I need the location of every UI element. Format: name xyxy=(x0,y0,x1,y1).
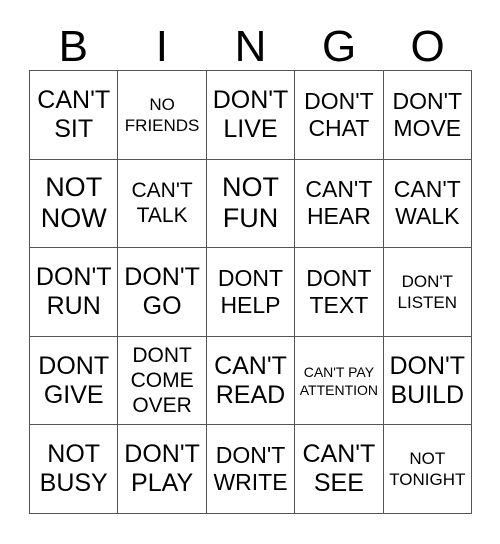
bingo-cell-r3-c5[interactable]: DON'T LISTEN xyxy=(383,248,472,337)
bingo-cell-label: CAN'T SIT xyxy=(37,85,111,143)
bingo-cell-r5-c4[interactable]: CAN'T SEE xyxy=(295,425,384,514)
bingo-cell-r2-c1[interactable]: NOT NOW xyxy=(30,159,119,249)
bingo-cell-r2-c4[interactable]: CAN'T HEAR xyxy=(295,159,384,249)
bingo-cell-label: CAN'T SEE xyxy=(302,440,376,498)
bingo-cell-label: DON'T LIVE xyxy=(212,85,289,143)
bingo-cell-r2-c3[interactable]: NOT FUN xyxy=(206,159,296,249)
bingo-cell-label: DONT COME OVER xyxy=(130,344,194,418)
bingo-cell-r3-c1[interactable]: DON'T RUN xyxy=(30,248,119,337)
header-letter-i: I xyxy=(155,22,168,71)
header-letter-b: B xyxy=(58,22,88,71)
bingo-cell-label: DON'T BUILD xyxy=(389,351,466,409)
bingo-cell-label: NOT BUSY xyxy=(39,440,108,498)
bingo-cell-r5-c2[interactable]: DON'T PLAY xyxy=(118,425,207,514)
bingo-cell-label: DON'T GO xyxy=(124,262,200,320)
bingo-cell-r3-c4[interactable]: DONT TEXT xyxy=(295,248,384,337)
bingo-cell-r4-c3[interactable]: CAN'T READ xyxy=(206,336,296,426)
bingo-cell-label: NOT NOW xyxy=(40,172,107,234)
bingo-cell-r1-c3[interactable]: DON'T LIVE xyxy=(206,71,296,160)
bingo-cell-r1-c2[interactable]: NO FRIENDS xyxy=(118,71,207,160)
header-letter-o: O xyxy=(410,22,445,71)
bingo-cell-r2-c2[interactable]: CAN'T TALK xyxy=(118,159,207,249)
bingo-cell-r4-c2[interactable]: DONT COME OVER xyxy=(118,336,207,426)
bingo-cell-r4-c4[interactable]: CAN'T PAY ATTENTION xyxy=(295,336,384,426)
bingo-cell-label: CAN'T HEAR xyxy=(305,176,373,230)
bingo-cell-r1-c1[interactable]: CAN'T SIT xyxy=(30,71,119,160)
bingo-cell-r1-c4[interactable]: DON'T CHAT xyxy=(295,71,384,160)
bingo-cell-label: DON'T PLAY xyxy=(124,440,200,498)
bingo-cell-label: NOT FUN xyxy=(221,172,279,234)
bingo-cell-label: DON'T CHAT xyxy=(304,87,374,141)
bingo-cell-label: NO FRIENDS xyxy=(124,94,200,135)
bingo-cell-label: DONT HELP xyxy=(217,264,284,318)
bingo-cell-label: DON'T MOVE xyxy=(392,87,463,141)
bingo-cell-label: DON'T WRITE xyxy=(213,442,288,496)
bingo-cell-r3-c3[interactable]: DONT HELP xyxy=(206,248,296,337)
bingo-cell-label: CAN'T READ xyxy=(214,351,287,409)
bingo-cell-label: CAN'T PAY ATTENTION xyxy=(299,363,379,398)
bingo-cell-label: NOT TONIGHT xyxy=(389,449,466,490)
bingo-cell-r2-c5[interactable]: CAN'T WALK xyxy=(383,159,472,249)
bingo-cell-label: DONT TEXT xyxy=(306,264,372,318)
header-letter-n: N xyxy=(234,22,267,71)
bingo-cell-label: DONT GIVE xyxy=(38,351,110,409)
bingo-cell-r5-c3[interactable]: DON'T WRITE xyxy=(206,425,296,514)
bingo-card: B I N G O CAN'T SIT NO FRIENDS DON'T LIVE D… xyxy=(0,0,500,544)
bingo-cell-r1-c5[interactable]: DON'T MOVE xyxy=(383,71,472,160)
bingo-cell-r3-c2[interactable]: DON'T GO xyxy=(118,248,207,337)
header-letter-g: G xyxy=(321,22,357,71)
bingo-cell-r5-c5[interactable]: NOT TONIGHT xyxy=(383,425,472,514)
bingo-header: B I N G O xyxy=(29,14,472,70)
bingo-grid: CAN'T SIT NO FRIENDS DON'T LIVE DON'T CHAT D… xyxy=(29,70,472,514)
bingo-cell-r5-c1[interactable]: NOT BUSY xyxy=(30,425,119,514)
bingo-cell-label: DON'T LISTEN xyxy=(397,271,458,312)
bingo-cell-r4-c1[interactable]: DONT GIVE xyxy=(30,336,119,426)
bingo-cell-label: CAN'T TALK xyxy=(131,179,193,228)
bingo-cell-label: DON'T RUN xyxy=(35,262,112,320)
bingo-cell-r4-c5[interactable]: DON'T BUILD xyxy=(383,336,472,426)
bingo-cell-label: CAN'T WALK xyxy=(393,176,461,230)
